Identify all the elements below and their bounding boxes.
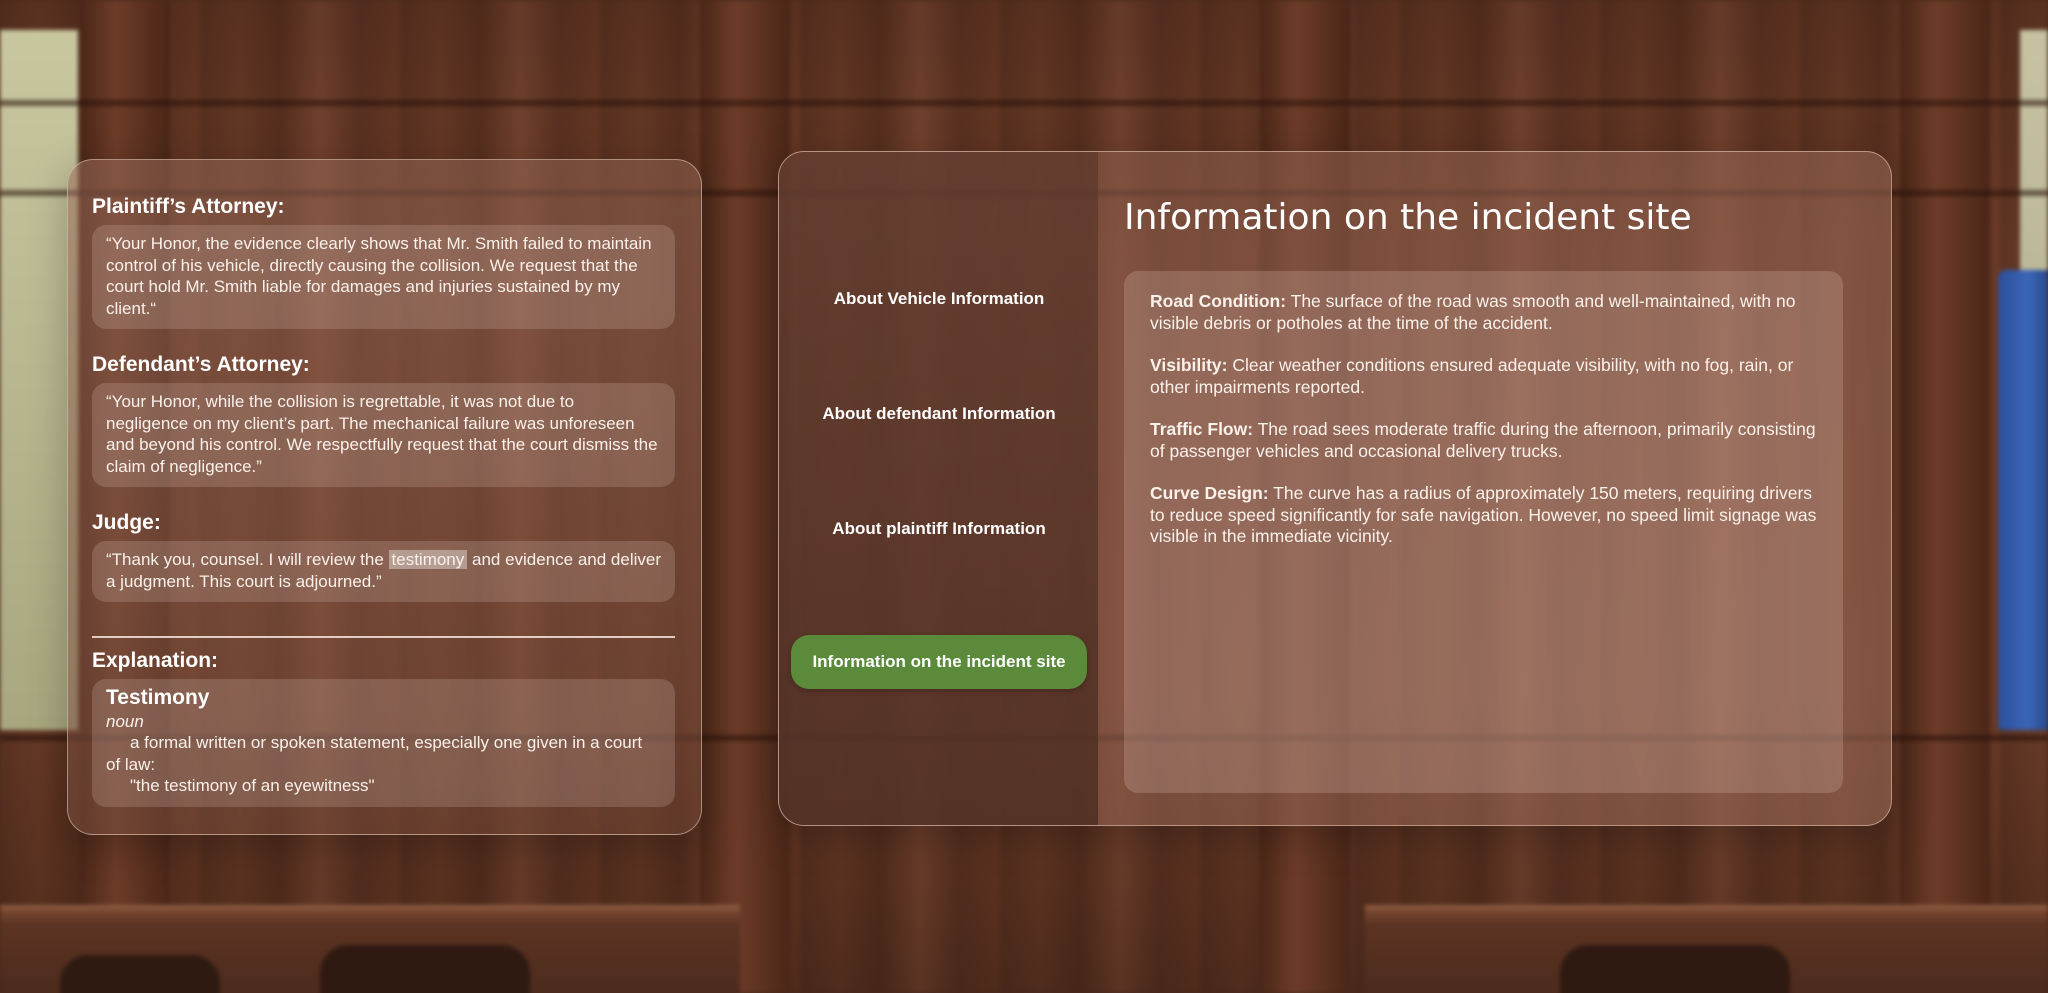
traffic-flow-paragraph: Traffic Flow: The road sees moderate tra… [1150, 419, 1817, 462]
highlighted-term-testimony[interactable]: testimony [388, 550, 468, 569]
background-pillar [1900, 0, 1990, 993]
road-condition-label: Road Condition: [1150, 291, 1287, 311]
defendant-quote: “Your Honor, while the collision is regr… [92, 383, 675, 487]
explanation-heading: Explanation: [92, 649, 219, 672]
visibility-paragraph: Visibility: Clear weather conditions ens… [1150, 355, 1817, 398]
info-nav: About Vehicle Information About defendan… [779, 152, 1098, 825]
page-title: Information on the incident site [1124, 197, 1692, 238]
explanation-term: Testimony [106, 686, 210, 709]
defendant-section: Defendant’s Attorney: “Your Honor, while… [92, 352, 675, 487]
defendant-heading: Defendant’s Attorney: [92, 353, 310, 376]
plaintiff-heading: Plaintiff’s Attorney: [92, 195, 285, 218]
nav-item-defendant-info[interactable]: About defendant Information [791, 387, 1087, 441]
judge-quote-text: “Thank you, counsel. I will review the [106, 550, 389, 569]
section-divider [92, 636, 675, 638]
transcript-panel: Plaintiff’s Attorney: “Your Honor, the e… [67, 159, 702, 835]
explanation-part-of-speech: noun [106, 711, 144, 731]
curve-design-paragraph: Curve Design: The curve has a radius of … [1150, 483, 1817, 548]
background-pillar [700, 0, 790, 993]
flag [1998, 270, 2048, 730]
nav-item-incident-site[interactable]: Information on the incident site [791, 635, 1087, 689]
visibility-text: Clear weather conditions ensured adequat… [1150, 355, 1794, 397]
explanation-section: Explanation: Testimony noun a formal wri… [92, 648, 675, 807]
judge-quote: “Thank you, counsel. I will review the t… [92, 541, 675, 602]
curve-design-label: Curve Design: [1150, 483, 1269, 503]
info-panel: About Vehicle Information About defendan… [778, 151, 1892, 826]
explanation-example: "the testimony of an eyewitness" [130, 776, 375, 795]
background-chair [60, 955, 220, 993]
background-chair [320, 945, 530, 993]
background-panel-line [0, 100, 2048, 106]
visibility-label: Visibility: [1150, 355, 1228, 375]
judge-section: Judge: “Thank you, counsel. I will revie… [92, 510, 675, 602]
incident-details-card: Road Condition: The surface of the road … [1124, 271, 1843, 793]
nav-item-vehicle-info[interactable]: About Vehicle Information [791, 272, 1087, 326]
road-condition-paragraph: Road Condition: The surface of the road … [1150, 291, 1817, 334]
explanation-card: Testimony noun a formal written or spoke… [92, 679, 675, 807]
app-screen: Plaintiff’s Attorney: “Your Honor, the e… [0, 0, 2048, 993]
plaintiff-quote: “Your Honor, the evidence clearly shows … [92, 225, 675, 329]
plaintiff-section: Plaintiff’s Attorney: “Your Honor, the e… [92, 194, 675, 329]
background-chair [1560, 945, 1790, 993]
nav-item-plaintiff-info[interactable]: About plaintiff Information [791, 502, 1087, 556]
explanation-definition: a formal written or spoken statement, es… [106, 733, 643, 774]
traffic-flow-label: Traffic Flow: [1150, 419, 1254, 439]
judge-heading: Judge: [92, 511, 161, 534]
